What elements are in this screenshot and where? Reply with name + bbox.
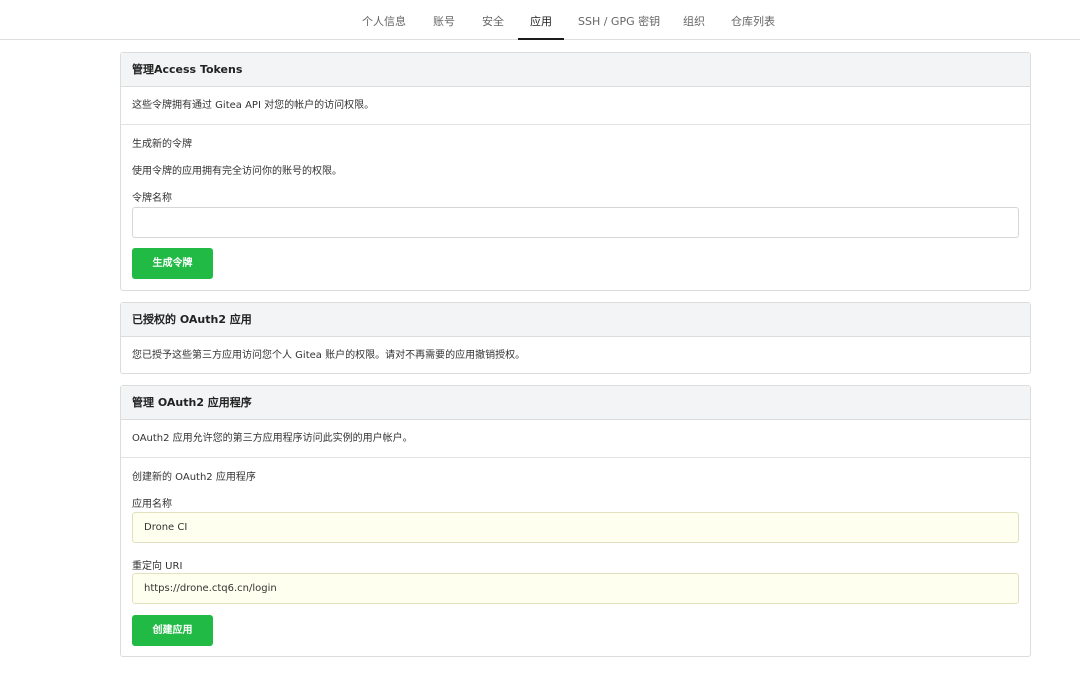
redirect-uri-label: 重定向 URI <box>132 561 183 572</box>
authorized-oauth2-title: 已授权的 OAuth2 应用 <box>121 303 1030 337</box>
manage-oauth2-description: OAuth2 应用允许您的第三方应用程序访问此实例的用户帐户。 <box>132 433 413 444</box>
tab-profile[interactable]: 个人信息 <box>362 0 406 40</box>
create-oauth2-heading: 创建新的 OAuth2 应用程序 <box>132 472 256 483</box>
tab-organizations[interactable]: 组织 <box>683 0 705 40</box>
access-tokens-title: 管理Access Tokens <box>121 53 1030 87</box>
access-tokens-panel: 管理Access Tokens 这些令牌拥有通过 Gitea API 对您的帐户… <box>120 52 1031 291</box>
tab-repositories[interactable]: 仓库列表 <box>731 0 775 40</box>
generate-token-button[interactable]: 生成令牌 <box>132 248 213 279</box>
tab-applications[interactable]: 应用 <box>518 0 564 40</box>
access-tokens-description: 这些令牌拥有通过 Gitea API 对您的帐户的访问权限。 <box>132 100 375 111</box>
tab-security[interactable]: 安全 <box>482 0 504 40</box>
authorized-oauth2-panel: 已授权的 OAuth2 应用 您已授予这些第三方应用访问您个人 Gitea 账户… <box>120 302 1031 374</box>
generate-token-form: 生成新的令牌 使用令牌的应用拥有完全访问你的账号的权限。 令牌名称 生成令牌 <box>121 125 1030 289</box>
generate-token-heading: 生成新的令牌 <box>132 139 192 150</box>
create-oauth2-form: 创建新的 OAuth2 应用程序 应用名称 Drone CI 重定向 URI h… <box>121 458 1030 655</box>
app-name-input[interactable]: Drone CI <box>132 512 1019 543</box>
generate-token-description: 使用令牌的应用拥有完全访问你的账号的权限。 <box>132 166 342 177</box>
redirect-uri-input[interactable]: https://drone.ctq6.cn/login <box>132 573 1019 604</box>
token-name-label: 令牌名称 <box>132 193 172 204</box>
tab-account[interactable]: 账号 <box>433 0 455 40</box>
create-app-button[interactable]: 创建应用 <box>132 615 213 646</box>
manage-oauth2-title: 管理 OAuth2 应用程序 <box>121 386 1030 420</box>
token-name-input[interactable] <box>132 207 1019 238</box>
settings-nav: 个人信息 账号 安全 应用 SSH / GPG 密钥 组织 仓库列表 <box>0 0 1080 40</box>
authorized-oauth2-description: 您已授予这些第三方应用访问您个人 Gitea 账户的权限。请对不再需要的应用撤销… <box>132 350 526 361</box>
app-name-label: 应用名称 <box>132 499 172 510</box>
manage-oauth2-panel: 管理 OAuth2 应用程序 OAuth2 应用允许您的第三方应用程序访问此实例… <box>120 385 1031 657</box>
tab-ssh-gpg-keys[interactable]: SSH / GPG 密钥 <box>578 0 660 40</box>
